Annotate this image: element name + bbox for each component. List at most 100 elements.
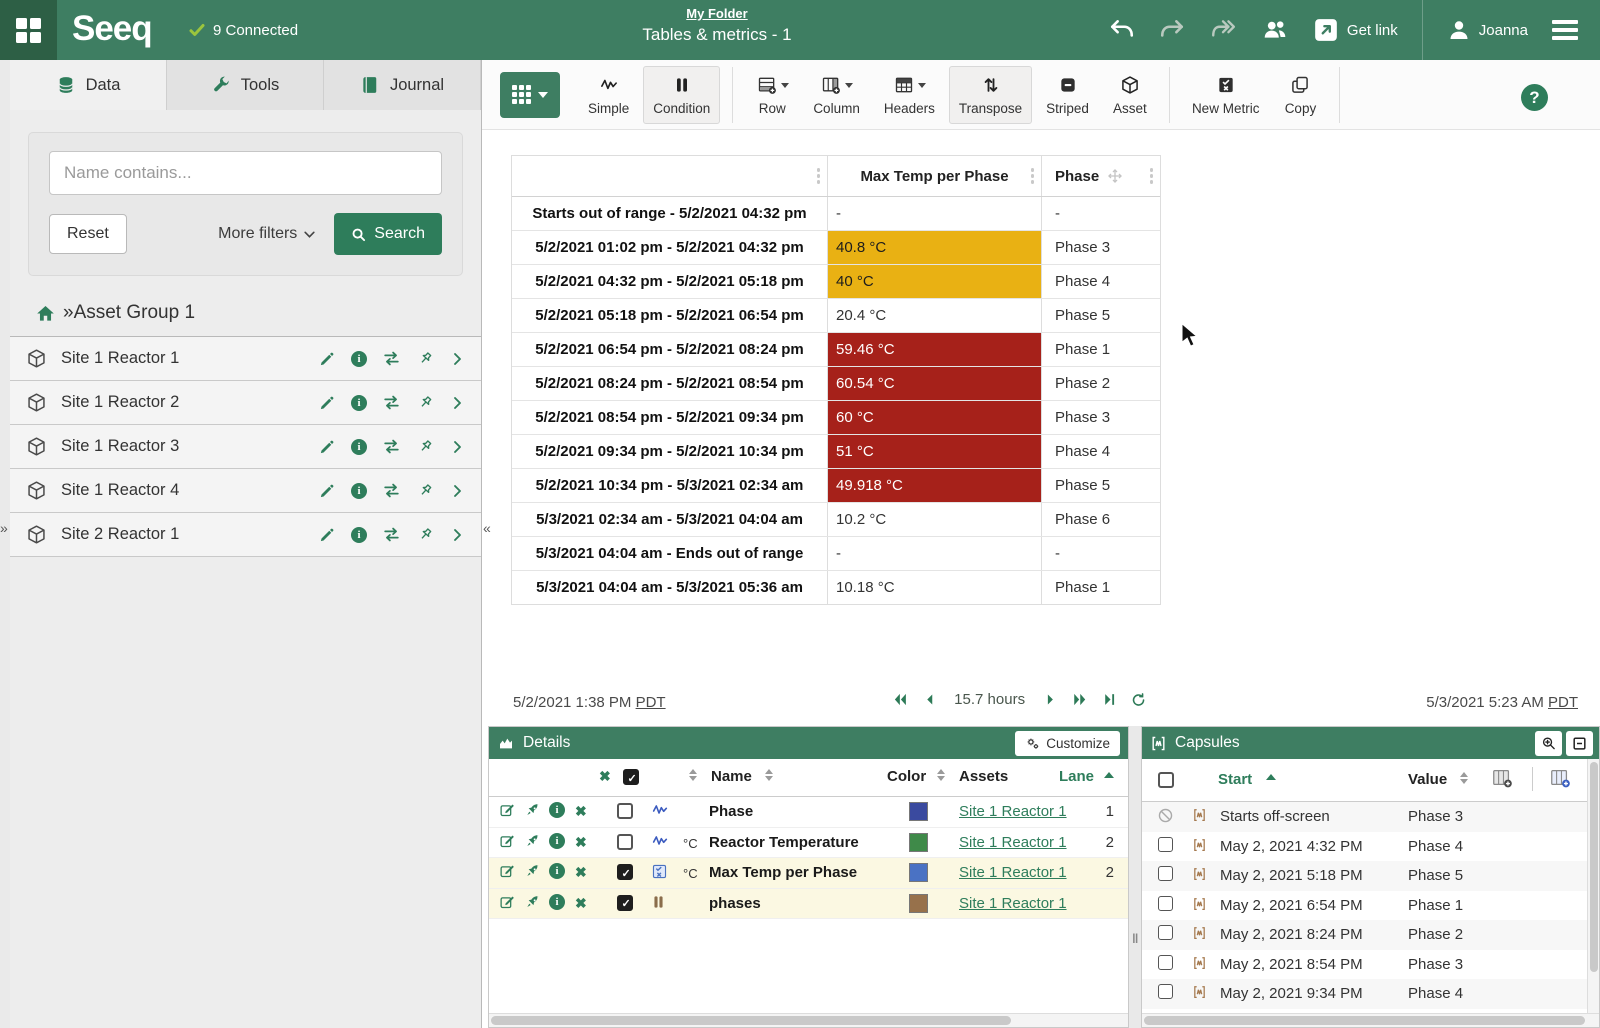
capsule-range-cell[interactable]: 5/2/2021 09:34 pm - 5/2/2021 10:34 pm bbox=[512, 435, 828, 468]
phase-column-header[interactable]: Phase bbox=[1042, 156, 1160, 196]
capsule-column-header[interactable] bbox=[512, 156, 828, 196]
column-menu-icon[interactable] bbox=[810, 168, 828, 184]
user-name[interactable]: Joanna bbox=[1479, 22, 1528, 39]
scrollbar-thumb[interactable] bbox=[1590, 762, 1598, 972]
item-name[interactable]: Max Temp per Phase bbox=[709, 864, 857, 881]
asset-list-item[interactable]: Site 1 Reactor 1 i bbox=[10, 337, 481, 381]
customize-button[interactable]: Customize bbox=[1015, 731, 1120, 756]
chevron-right-icon[interactable] bbox=[449, 351, 465, 367]
expand-panel-icon[interactable]: » bbox=[0, 520, 8, 536]
pin-icon[interactable] bbox=[416, 394, 434, 412]
app-grid-button[interactable] bbox=[0, 0, 57, 60]
reset-button[interactable]: Reset bbox=[49, 214, 127, 254]
horizontal-scrollbar[interactable] bbox=[1142, 1013, 1599, 1027]
rocket-icon[interactable] bbox=[525, 833, 541, 849]
edit-icon[interactable] bbox=[499, 894, 516, 911]
tab-tools[interactable]: Tools bbox=[167, 60, 324, 110]
menu-icon[interactable] bbox=[1552, 20, 1578, 40]
capsule-row[interactable]: May 2, 2021 6:54 PM Phase 1 bbox=[1142, 891, 1599, 921]
phase-value-cell[interactable]: Phase 6 bbox=[1042, 503, 1160, 536]
details-row[interactable]: i ✖ Phase Site 1 Reactor 1 1 bbox=[489, 797, 1128, 828]
info-icon[interactable]: i bbox=[351, 351, 367, 367]
timezone-link[interactable]: PDT bbox=[636, 694, 666, 711]
row-checkbox[interactable] bbox=[1158, 955, 1173, 970]
swap-icon[interactable] bbox=[382, 525, 401, 544]
pin-icon[interactable] bbox=[416, 482, 434, 500]
row-checkbox[interactable] bbox=[617, 834, 633, 850]
phase-value-cell[interactable]: Phase 5 bbox=[1042, 299, 1160, 332]
name-contains-input[interactable] bbox=[49, 151, 442, 195]
search-button[interactable]: Search bbox=[334, 213, 442, 255]
drag-handle-icon[interactable]: ‖ bbox=[1132, 931, 1138, 946]
chevron-right-icon[interactable] bbox=[449, 395, 465, 411]
edit-icon[interactable] bbox=[499, 833, 516, 850]
toolbar-transpose-button[interactable]: Transpose bbox=[949, 66, 1032, 124]
color-swatch[interactable] bbox=[909, 863, 928, 882]
info-icon[interactable]: i bbox=[549, 802, 565, 818]
swap-icon[interactable] bbox=[382, 349, 401, 368]
capsule-row[interactable]: May 2, 2021 8:54 PM Phase 3 bbox=[1142, 950, 1599, 980]
edit-icon[interactable] bbox=[318, 394, 336, 412]
toolbar-new-metric-button[interactable]: New Metric bbox=[1182, 66, 1270, 124]
phase-value-cell[interactable]: Phase 3 bbox=[1042, 231, 1160, 264]
remove-icon[interactable]: ✖ bbox=[575, 895, 587, 912]
metric-value-cell[interactable]: 51 °C bbox=[828, 435, 1042, 468]
sort-icon[interactable] bbox=[1460, 772, 1468, 784]
row-checkbox[interactable] bbox=[617, 864, 633, 880]
remove-icon[interactable]: ✖ bbox=[575, 864, 587, 881]
scrollbar-thumb[interactable] bbox=[1144, 1016, 1585, 1025]
capsule-range-cell[interactable]: 5/3/2021 04:04 am - Ends out of range bbox=[512, 537, 828, 570]
toolbar-simple-button[interactable]: Simple bbox=[578, 66, 639, 124]
swap-icon[interactable] bbox=[382, 481, 401, 500]
users-icon[interactable] bbox=[1261, 17, 1289, 43]
toolbar-striped-button[interactable]: Striped bbox=[1036, 66, 1099, 124]
fast-forward-icon[interactable] bbox=[1209, 17, 1237, 43]
collapse-panel-button[interactable] bbox=[1566, 731, 1593, 756]
step-forward-full-icon[interactable] bbox=[1070, 691, 1088, 708]
remove-icon[interactable]: ✖ bbox=[575, 803, 587, 820]
details-row[interactable]: i ✖ °C Max Temp per Phase Site 1 Reactor… bbox=[489, 858, 1128, 889]
phase-value-cell[interactable]: Phase 1 bbox=[1042, 571, 1160, 604]
capsule-range-cell[interactable]: 5/2/2021 08:24 pm - 5/2/2021 08:54 pm bbox=[512, 367, 828, 400]
phase-value-cell[interactable]: Phase 2 bbox=[1042, 367, 1160, 400]
info-icon[interactable]: i bbox=[351, 439, 367, 455]
capsule-range-cell[interactable]: 5/2/2021 01:02 pm - 5/2/2021 04:32 pm bbox=[512, 231, 828, 264]
metric-value-cell[interactable]: 60 °C bbox=[828, 401, 1042, 434]
edit-icon[interactable] bbox=[499, 802, 516, 819]
capsule-range-cell[interactable]: 5/2/2021 10:34 pm - 5/3/2021 02:34 am bbox=[512, 469, 828, 502]
move-column-icon[interactable] bbox=[1107, 168, 1123, 184]
item-name[interactable]: phases bbox=[709, 895, 761, 912]
metric-value-cell[interactable]: 10.18 °C bbox=[828, 571, 1042, 604]
metric-value-cell[interactable]: - bbox=[828, 537, 1042, 570]
capsule-range-cell[interactable]: 5/2/2021 04:32 pm - 5/2/2021 05:18 pm bbox=[512, 265, 828, 298]
phase-value-cell[interactable]: Phase 3 bbox=[1042, 401, 1160, 434]
info-icon[interactable]: i bbox=[549, 863, 565, 879]
column-menu-icon[interactable] bbox=[1143, 168, 1161, 184]
row-checkbox[interactable] bbox=[1158, 896, 1173, 911]
chevron-right-icon[interactable] bbox=[449, 439, 465, 455]
metric-value-cell[interactable]: 60.54 °C bbox=[828, 367, 1042, 400]
assets-column-header[interactable]: Assets bbox=[959, 768, 1008, 785]
row-checkbox[interactable] bbox=[1158, 925, 1173, 940]
capsule-range-cell[interactable]: Starts out of range - 5/2/2021 04:32 pm bbox=[512, 197, 828, 230]
redo-icon[interactable] bbox=[1159, 17, 1185, 43]
details-row[interactable]: i ✖ phases Site 1 Reactor 1 bbox=[489, 889, 1128, 920]
collapse-panel-icon[interactable]: « bbox=[483, 520, 491, 536]
asset-list-item[interactable]: Site 1 Reactor 4 i bbox=[10, 469, 481, 513]
metric-value-cell[interactable]: 10.2 °C bbox=[828, 503, 1042, 536]
step-back-half-icon[interactable] bbox=[922, 691, 937, 708]
phase-value-cell[interactable]: - bbox=[1042, 197, 1160, 230]
item-name[interactable]: Reactor Temperature bbox=[709, 834, 859, 851]
capsule-row[interactable]: May 2, 2021 8:24 PM Phase 2 bbox=[1142, 920, 1599, 950]
timezone-link[interactable]: PDT bbox=[1548, 694, 1578, 711]
undo-icon[interactable] bbox=[1109, 17, 1135, 43]
toolbar-headers-button[interactable]: Headers bbox=[874, 66, 945, 124]
scrollbar-thumb[interactable] bbox=[491, 1016, 1011, 1025]
asset-link[interactable]: Site 1 Reactor 1 bbox=[959, 864, 1067, 881]
metric-value-cell[interactable]: 20.4 °C bbox=[828, 299, 1042, 332]
row-checkbox[interactable] bbox=[617, 895, 633, 911]
toolbar-condition-button[interactable]: Condition bbox=[643, 66, 720, 124]
metric-value-cell[interactable]: - bbox=[828, 197, 1042, 230]
toolbar-row-button[interactable]: Row bbox=[745, 66, 799, 124]
metric-value-cell[interactable]: 40 °C bbox=[828, 265, 1042, 298]
